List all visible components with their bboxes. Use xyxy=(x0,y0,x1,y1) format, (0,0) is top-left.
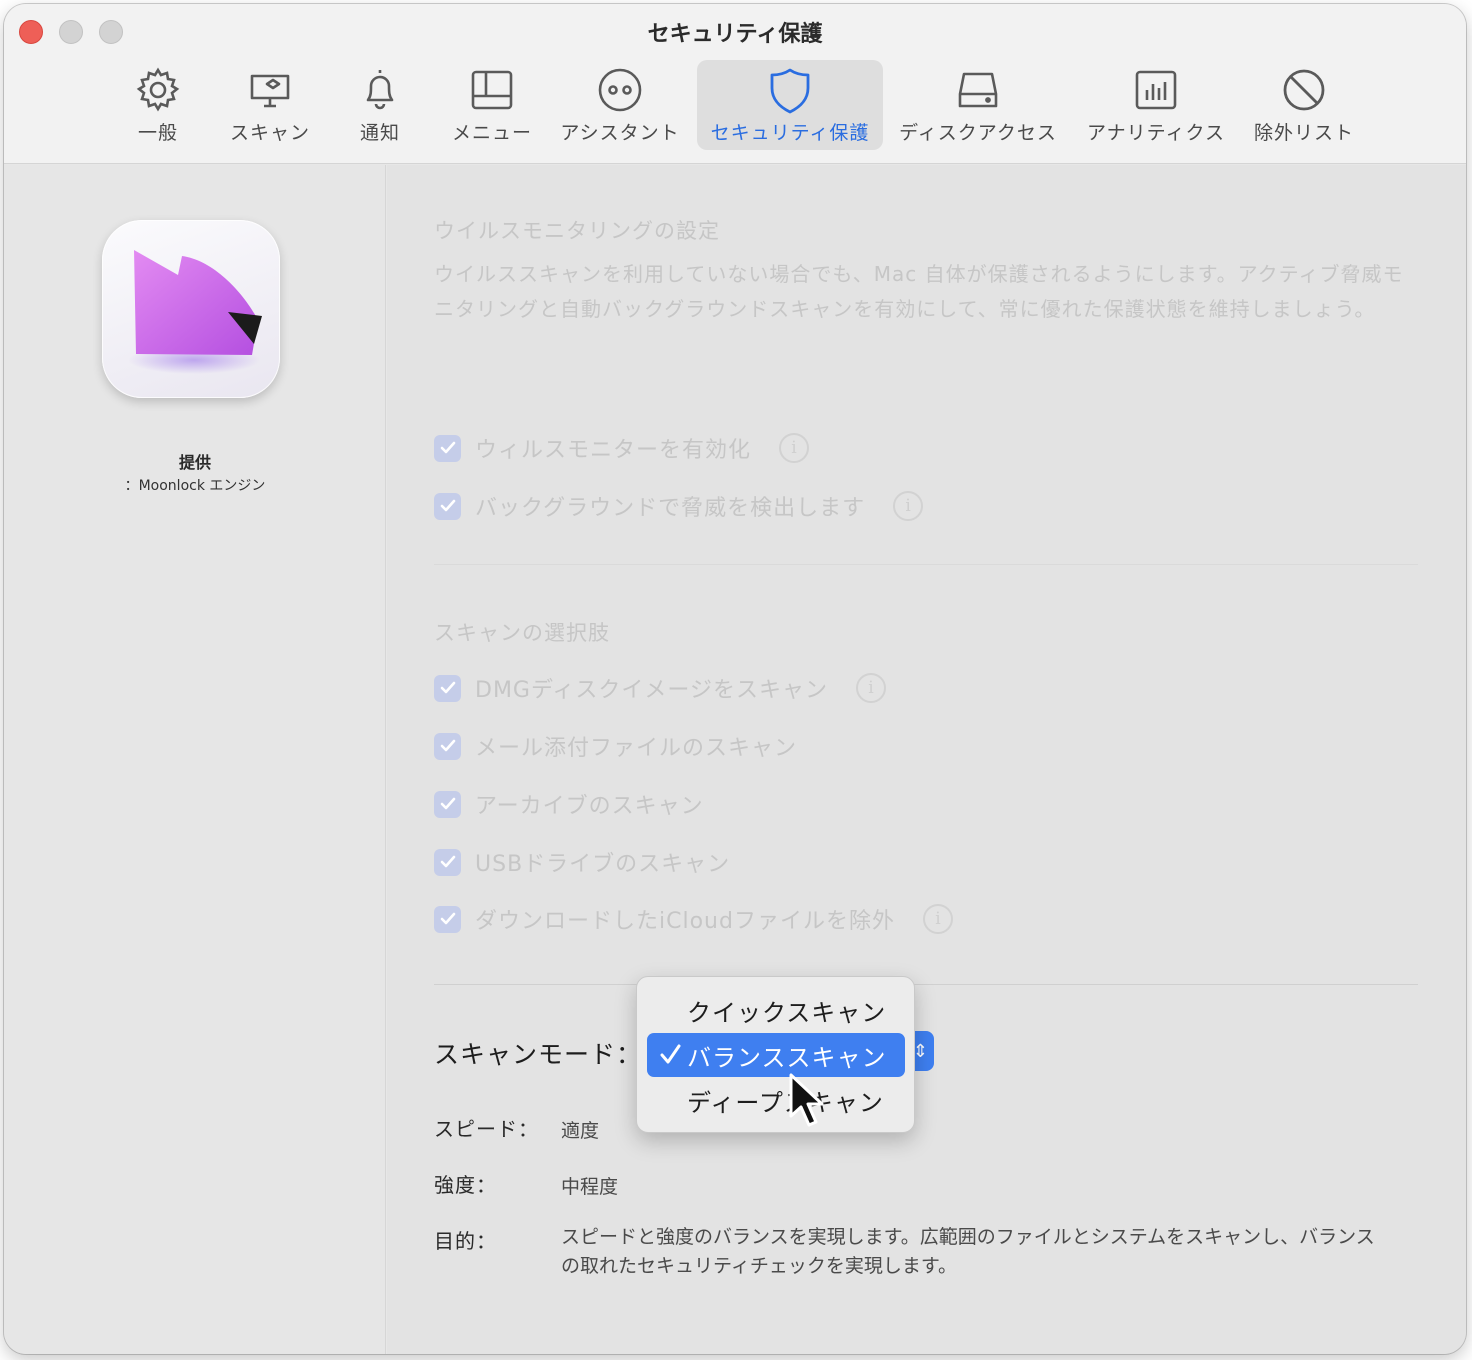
tab-label: スキャン xyxy=(229,122,310,144)
checkbox[interactable] xyxy=(434,732,461,760)
drive-icon xyxy=(952,66,1004,114)
divider xyxy=(434,564,1418,565)
tab-label: 一般 xyxy=(137,122,178,144)
preferences-window: セキュリティ保護 一般 スキャン 通知 メニュー アシスタント セキュリティ保護… xyxy=(4,4,1466,1354)
menu-item-quick-scan[interactable]: クイックスキャン xyxy=(647,988,905,1032)
option-exclude-icloud[interactable]: ダウンロードしたiCloudファイルを除外 i xyxy=(434,904,953,934)
purpose-label: 目的： xyxy=(434,1229,497,1253)
engine-name: ：Moonlock エンジン xyxy=(124,478,266,494)
option-scan-archives[interactable]: アーカイブのスキャン xyxy=(434,789,704,819)
menu-item-balanced-scan[interactable]: バランススキャン xyxy=(647,1033,905,1077)
scan-mode-menu: クイックスキャン バランススキャン ディープスキャン xyxy=(636,976,915,1133)
tab-label: ディスクアクセス xyxy=(899,122,1057,144)
speed-value: 適度 xyxy=(561,1120,600,1142)
tab-menu[interactable]: メニュー xyxy=(444,60,540,150)
main-panel: ウイルスモニタリングの設定 ウイルススキャンを利用していない場合でも、Mac 自… xyxy=(387,165,1466,1354)
tab-notifications[interactable]: 通知 xyxy=(344,60,416,150)
checkbox[interactable] xyxy=(434,492,461,520)
strength-value: 中程度 xyxy=(561,1176,619,1198)
tab-analytics[interactable]: アナリティクス xyxy=(1082,60,1230,150)
option-background-detection[interactable]: バックグラウンドで脅威を検出します i xyxy=(434,491,924,521)
analytics-icon xyxy=(1130,66,1182,114)
tab-scan[interactable]: スキャン xyxy=(222,60,318,150)
option-label: USBドライブのスキャン xyxy=(475,852,731,877)
bell-icon xyxy=(354,66,406,114)
sidebar: 提供 ：Moonlock エンジン xyxy=(4,165,386,1354)
purpose-value: スピードと強度のバランスを実現します。広範囲のファイルとシステムをスキャンし、バ… xyxy=(561,1226,1375,1277)
option-label: ウィルスモニターを有効化 xyxy=(475,438,752,463)
option-label: アーカイブのスキャン xyxy=(475,794,704,819)
menu-item-label: クイックスキャン xyxy=(687,998,887,1027)
gear-icon xyxy=(132,66,184,114)
checkmark-icon xyxy=(660,1044,681,1064)
divider xyxy=(434,984,1418,985)
speed-label: スピード： xyxy=(434,1117,539,1141)
prohibited-icon xyxy=(1278,66,1330,114)
option-scan-usb[interactable]: USBドライブのスキャン xyxy=(434,847,730,877)
menu-item-label: ディープスキャン xyxy=(687,1088,884,1117)
shield-icon xyxy=(764,66,816,114)
moonlock-app-icon xyxy=(102,220,280,398)
tab-label: 通知 xyxy=(359,122,400,144)
assistant-icon xyxy=(594,66,646,114)
checkbox[interactable] xyxy=(434,848,461,876)
tab-general[interactable]: 一般 xyxy=(122,60,194,150)
tab-disk-access[interactable]: ディスクアクセス xyxy=(896,60,1060,150)
tab-label: メニュー xyxy=(451,122,532,144)
provided-by-label: 提供 xyxy=(178,453,211,472)
option-label: メール添付ファイルのスキャン xyxy=(475,736,798,761)
scan-options-title: スキャンの選択肢 xyxy=(434,621,610,645)
scan-mode-label: スキャンモード： xyxy=(434,1040,643,1069)
info-icon[interactable]: i xyxy=(779,433,810,463)
option-scan-dmg[interactable]: DMGディスクイメージをスキャン i xyxy=(434,673,886,703)
tab-label: アシスタント xyxy=(560,122,680,144)
menu-item-deep-scan[interactable]: ディープスキャン xyxy=(647,1078,905,1122)
option-label: バックグラウンドで脅威を検出します xyxy=(475,496,866,521)
tab-label: アナリティクス xyxy=(1087,122,1225,144)
chevron-updown-icon: ⇕ xyxy=(912,1040,928,1062)
info-icon[interactable]: i xyxy=(893,491,924,521)
tab-exclusion-list[interactable]: 除外リスト xyxy=(1248,60,1360,150)
tab-security[interactable]: セキュリティ保護 xyxy=(697,60,883,150)
checkbox[interactable] xyxy=(434,790,461,818)
window-title: セキュリティ保護 xyxy=(647,22,823,47)
tab-assistant[interactable]: アシスタント xyxy=(556,60,684,150)
toolbar: セキュリティ保護 一般 スキャン 通知 メニュー アシスタント セキュリティ保護… xyxy=(4,4,1466,164)
tab-label: 除外リスト xyxy=(1253,122,1354,144)
option-enable-virus-monitor[interactable]: ウィルスモニターを有効化 i xyxy=(434,433,810,463)
monitor-icon xyxy=(244,66,296,114)
strength-label: 強度： xyxy=(434,1173,497,1197)
checkbox[interactable] xyxy=(434,434,461,462)
menu-bar-icon xyxy=(466,66,518,114)
tab-label: セキュリティ保護 xyxy=(710,122,870,144)
menu-item-label: バランススキャン xyxy=(687,1043,887,1072)
option-scan-mail-attachments[interactable]: メール添付ファイルのスキャン xyxy=(434,731,797,761)
info-icon[interactable]: i xyxy=(856,673,886,703)
mouse-pointer-icon xyxy=(789,1073,824,1127)
virus-monitoring-title: ウイルスモニタリングの設定 xyxy=(434,219,720,243)
option-label: DMGディスクイメージをスキャン xyxy=(475,678,828,703)
option-label: ダウンロードしたiCloudファイルを除外 xyxy=(475,909,895,934)
checkbox[interactable] xyxy=(434,674,461,702)
virus-monitoring-description: ウイルススキャンを利用していない場合でも、Mac 自体が保護されるようにします。… xyxy=(434,262,1404,321)
info-icon[interactable]: i xyxy=(922,904,953,934)
checkbox[interactable] xyxy=(434,905,461,933)
